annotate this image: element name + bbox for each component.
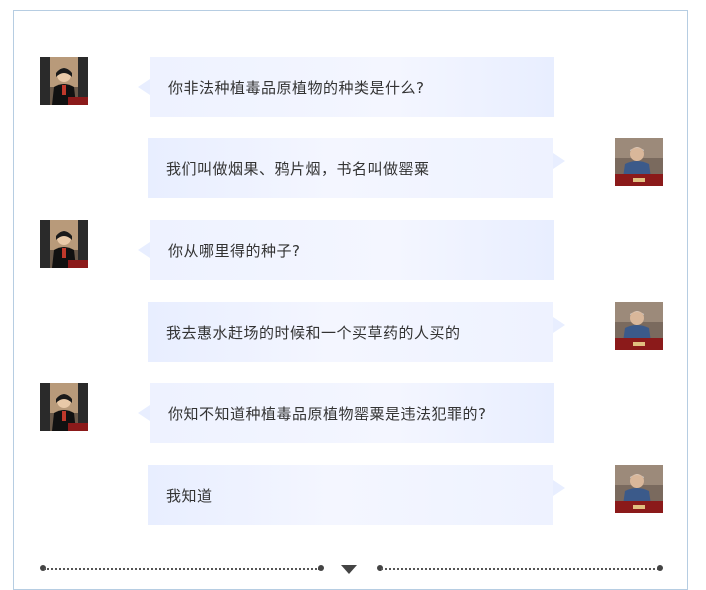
judge-avatar [40, 383, 88, 431]
message-text: 你知不知道种植毒品原植物罂粟是违法犯罪的? [168, 404, 487, 423]
judge-message-bubble: 你从哪里得的种子? [138, 220, 554, 280]
message-text: 我知道 [166, 486, 213, 505]
bubble-tail [138, 405, 150, 421]
judge-avatar [40, 57, 88, 105]
bubble-tail [553, 480, 565, 496]
defendant-message-bubble: 我知道 [148, 465, 565, 525]
message-text: 你从哪里得的种子? [168, 241, 301, 260]
message-text: 我们叫做烟果、鸦片烟，书名叫做罂粟 [166, 159, 430, 178]
bubble-tail [553, 153, 565, 169]
bubble-tail [553, 317, 565, 333]
dotted-divider-right [381, 568, 659, 570]
judge-avatar [40, 220, 88, 268]
judge-message-bubble: 你非法种植毒品原植物的种类是什么? [138, 57, 554, 117]
defendant-avatar [615, 302, 663, 350]
defendant-message-bubble: 我们叫做烟果、鸦片烟，书名叫做罂粟 [148, 138, 565, 198]
defendant-message-bubble: 我去惠水赶场的时候和一个买草药的人买的 [148, 302, 565, 362]
message-text: 你非法种植毒品原植物的种类是什么? [168, 78, 425, 97]
defendant-avatar [615, 465, 663, 513]
message-text: 我去惠水赶场的时候和一个买草药的人买的 [166, 323, 461, 342]
divider-dot [318, 565, 324, 571]
bubble-tail [138, 242, 150, 258]
bubble-tail [138, 79, 150, 95]
judge-message-bubble: 你知不知道种植毒品原植物罂粟是违法犯罪的? [138, 383, 554, 443]
dotted-divider-left [44, 568, 320, 570]
defendant-avatar [615, 138, 663, 186]
divider-dot [657, 565, 663, 571]
